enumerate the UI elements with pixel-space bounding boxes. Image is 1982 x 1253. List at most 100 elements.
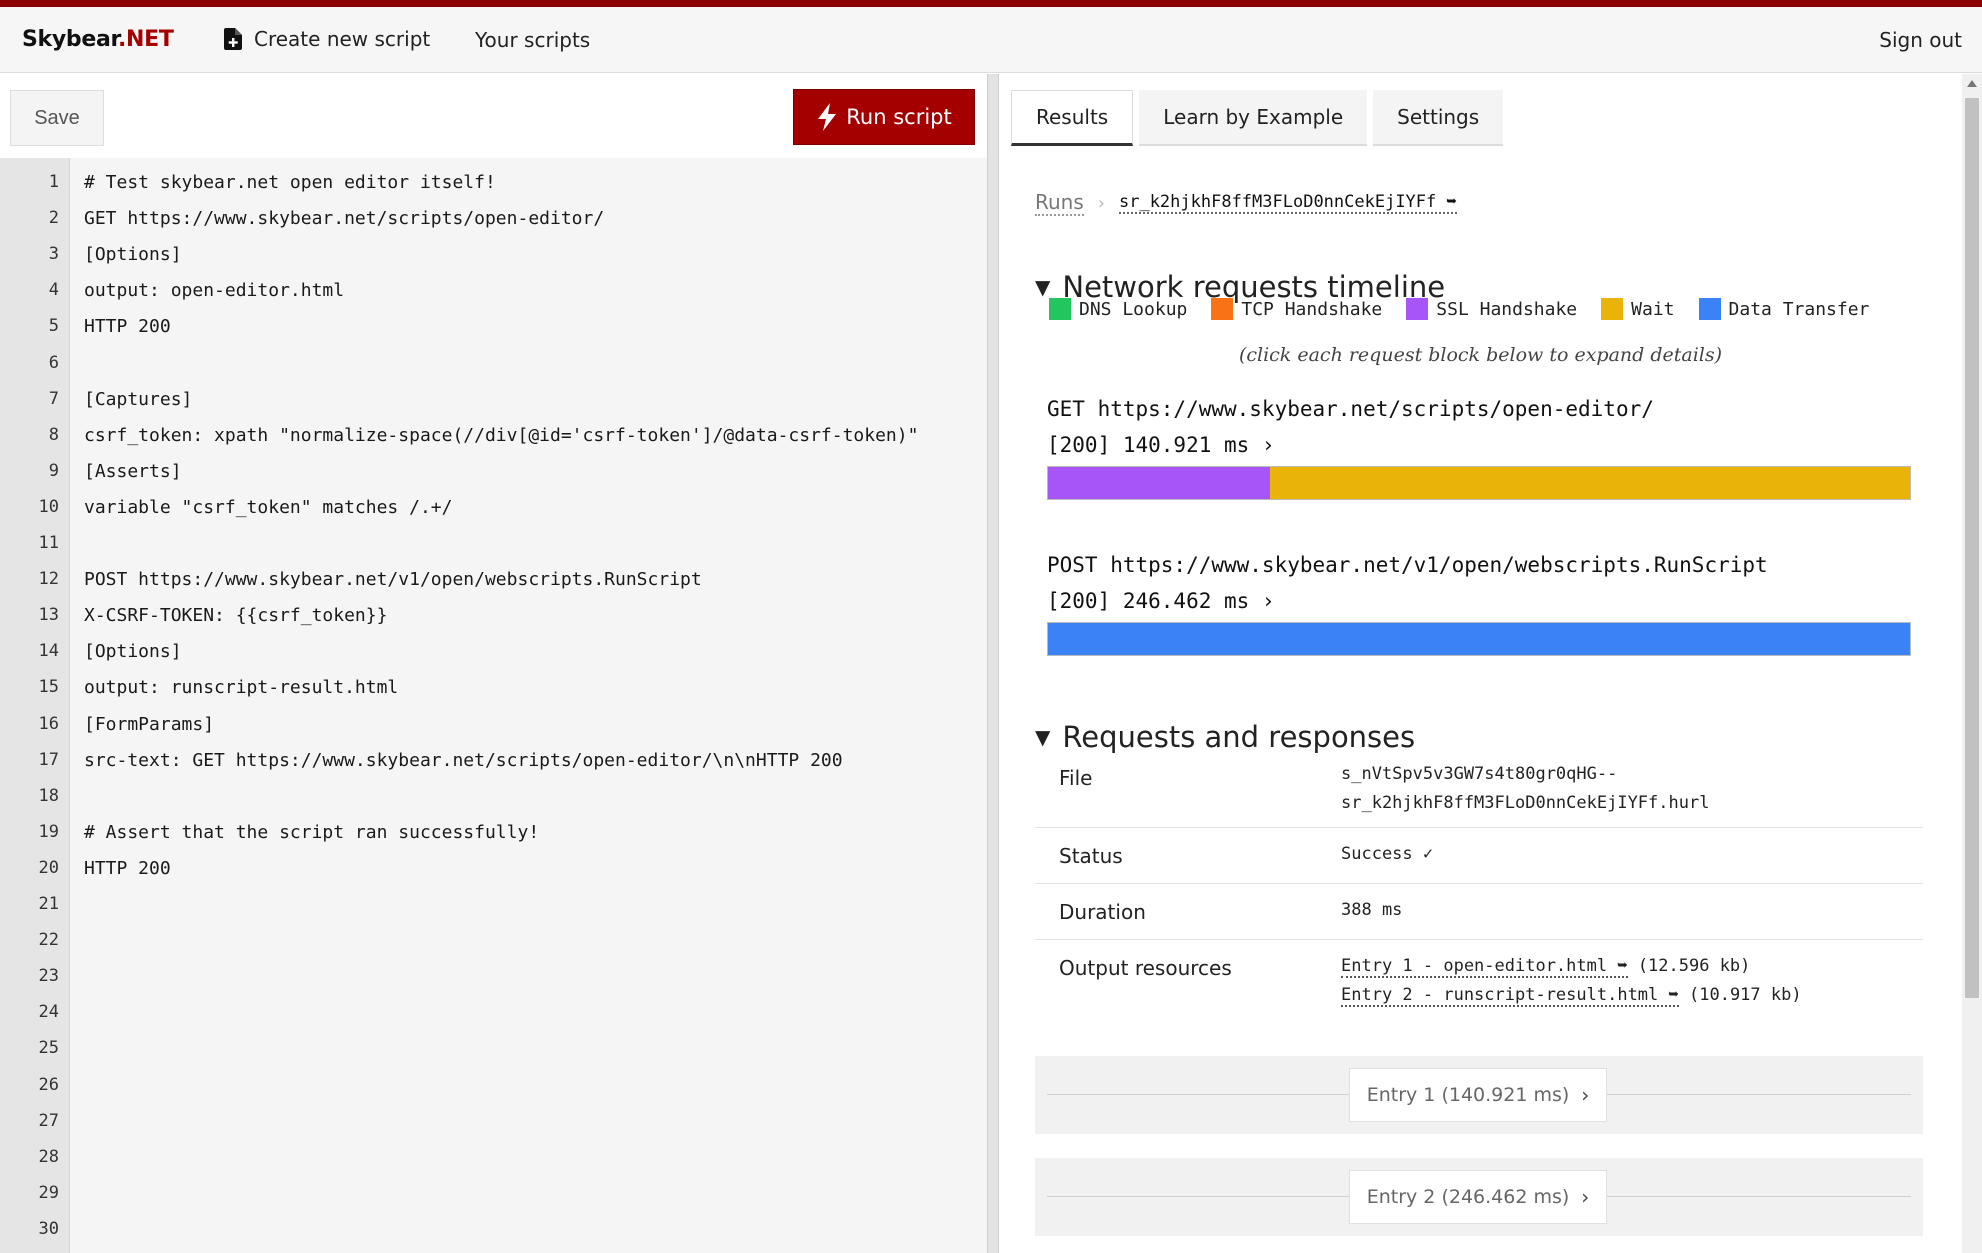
timeline-segment-ssl-handshake[interactable] xyxy=(1048,467,1270,499)
page-scrollbar[interactable] xyxy=(1962,74,1982,1253)
code-line[interactable]: csrf_token: xpath "normalize-space(//div… xyxy=(84,425,918,446)
run-summary-table: File s_nVtSpv5v3GW7s4t80gr0qHG-- sr_k2hj… xyxy=(1035,742,1923,1030)
breadcrumb-runs-link[interactable]: Runs xyxy=(1035,190,1084,216)
tab-learn-by-example[interactable]: Learn by Example xyxy=(1139,90,1368,146)
legend-label: DNS Lookup xyxy=(1079,298,1188,320)
entry-1-panel: Entry 1 (140.921 ms) › xyxy=(1035,1056,1923,1134)
duration-label: Duration xyxy=(1059,900,1146,924)
line-number: 7 xyxy=(48,388,59,409)
scroll-up-arrow-icon[interactable] xyxy=(1967,80,1977,87)
line-number: 20 xyxy=(38,857,59,878)
breadcrumb: Runs › sr_k2hjkhF8ffM3FLoD0nnCekEjIYFf ➥ xyxy=(1035,190,1457,216)
code-line[interactable]: [Options] xyxy=(84,244,182,265)
new-file-icon xyxy=(224,28,242,50)
line-number: 12 xyxy=(38,569,59,590)
legend-label: SSL Handshake xyxy=(1436,298,1578,320)
entry-2-expand-button[interactable]: Entry 2 (246.462 ms) › xyxy=(1349,1170,1607,1224)
code-line[interactable]: src-text: GET https://www.skybear.net/sc… xyxy=(84,750,843,771)
code-line[interactable]: [Captures] xyxy=(84,389,192,410)
legend-swatch-ssl xyxy=(1406,298,1429,320)
output-entry-2-link[interactable]: Entry 2 - runscript-result.html ➥ xyxy=(1341,985,1679,1007)
entry-2-panel: Entry 2 (246.462 ms) › xyxy=(1035,1158,1923,1236)
line-number: 24 xyxy=(38,1002,59,1023)
timeline-segment-wait[interactable] xyxy=(1269,467,1910,499)
entry-2-label: Entry 2 (246.462 ms) xyxy=(1366,1186,1570,1208)
line-number: 23 xyxy=(38,966,59,987)
output-resources-label: Output resources xyxy=(1059,956,1232,980)
code-line[interactable]: HTTP 200 xyxy=(84,316,171,337)
legend-item: DNS Lookup xyxy=(1049,298,1187,320)
line-number: 2 xyxy=(48,208,59,229)
file-value-line-1: s_nVtSpv5v3GW7s4t80gr0qHG-- xyxy=(1341,764,1618,784)
line-number: 19 xyxy=(38,821,59,842)
legend-swatch-data-transfer xyxy=(1698,298,1721,320)
summary-row-file: File s_nVtSpv5v3GW7s4t80gr0qHG-- sr_k2hj… xyxy=(1035,742,1923,828)
legend-item: Data Transfer xyxy=(1698,298,1870,320)
timeline-hint: (click each request block below to expan… xyxy=(1238,344,1723,366)
line-number: 16 xyxy=(38,713,59,734)
code-line[interactable]: [Asserts] xyxy=(84,461,182,482)
line-number: 13 xyxy=(38,605,59,626)
results-tabs: Results Learn by Example Settings xyxy=(1011,90,1509,146)
line-number: 18 xyxy=(38,785,59,806)
lightning-icon xyxy=(818,103,837,131)
line-number: 3 xyxy=(48,244,59,265)
line-number: 21 xyxy=(38,894,59,914)
line-number: 5 xyxy=(48,316,59,337)
file-label: File xyxy=(1059,766,1093,790)
code-line[interactable]: [Options] xyxy=(84,641,182,662)
line-number: 11 xyxy=(38,533,59,553)
code-line[interactable]: # Test skybear.net open editor itself! xyxy=(84,172,496,193)
editor-pane: Save Run script 1 2 3 4 5 6 7 8 9 10 11 12 13 14 15 16 1… xyxy=(0,74,987,1253)
request-2-url[interactable]: POST https://www.skybear.net/v1/open/web… xyxy=(1047,553,1768,577)
save-button[interactable]: Save xyxy=(10,90,104,146)
code-line[interactable]: POST https://www.skybear.net/v1/open/web… xyxy=(84,569,702,590)
legend-label: Data Transfer xyxy=(1728,298,1870,320)
line-number: 4 xyxy=(48,280,59,301)
summary-row-output-resources: Output resources Entry 1 - open-editor.h… xyxy=(1035,940,1923,1030)
code-line[interactable]: output: runscript-result.html xyxy=(84,677,398,698)
legend-swatch-tcp xyxy=(1211,298,1234,320)
timeline-legend: DNS Lookup TCP Handshake SSL Handshake W… xyxy=(1049,298,1893,320)
code-line[interactable]: output: open-editor.html xyxy=(84,280,344,301)
duration-value: 388 ms xyxy=(1341,900,1403,920)
line-number: 10 xyxy=(38,496,59,517)
line-number: 9 xyxy=(48,460,59,481)
code-editor[interactable]: 1 2 3 4 5 6 7 8 9 10 11 12 13 14 15 16 17 18 19 20 21 22 23 24 2… xyxy=(0,158,987,1253)
tab-settings[interactable]: Settings xyxy=(1373,90,1504,146)
code-line[interactable]: # Assert that the script ran successfull… xyxy=(84,822,539,843)
request-1-timeline-bar[interactable] xyxy=(1047,466,1911,500)
entry-1-expand-button[interactable]: Entry 1 (140.921 ms) › xyxy=(1349,1068,1607,1122)
line-number: 25 xyxy=(38,1038,59,1059)
line-number: 22 xyxy=(38,930,59,951)
create-new-script-label: Create new script xyxy=(254,27,431,51)
your-scripts-link[interactable]: Your scripts xyxy=(475,28,590,52)
code-line[interactable]: X-CSRF-TOKEN: {{csrf_token}} xyxy=(84,605,387,626)
create-new-script-link[interactable]: Create new script xyxy=(224,27,430,51)
brand-logo[interactable]: Skybear.NET xyxy=(22,27,174,52)
request-1-url[interactable]: GET https://www.skybear.net/scripts/open… xyxy=(1047,397,1654,421)
pane-splitter[interactable] xyxy=(987,74,999,1253)
output-entry-1-link[interactable]: Entry 1 - open-editor.html ➥ xyxy=(1341,956,1628,978)
file-value-line-2: sr_k2hjkhF8ffM3FLoD0nnCekEjIYFf.hurl xyxy=(1341,793,1710,813)
code-line[interactable]: [FormParams] xyxy=(84,714,214,735)
scrollbar-thumb[interactable] xyxy=(1965,98,1979,998)
line-number: 14 xyxy=(38,641,59,662)
legend-swatch-wait xyxy=(1601,298,1624,320)
collapse-triangle-icon: ▼ xyxy=(1035,275,1051,299)
run-script-button[interactable]: Run script xyxy=(793,89,975,145)
breadcrumb-run-id-link[interactable]: sr_k2hjkhF8ffM3FLoD0nnCekEjIYFf ➥ xyxy=(1118,192,1457,214)
code-line[interactable]: HTTP 200 xyxy=(84,858,171,879)
request-1-status-time[interactable]: [200] 140.921 ms › xyxy=(1047,433,1275,457)
summary-row-status: Status Success ✓ xyxy=(1035,828,1923,884)
code-line[interactable]: variable "csrf_token" matches /.+/ xyxy=(84,497,452,518)
line-number: 27 xyxy=(38,1110,59,1131)
code-line[interactable]: GET https://www.skybear.net/scripts/open… xyxy=(84,208,604,229)
request-2-status-time[interactable]: [200] 246.462 ms › xyxy=(1047,589,1275,613)
request-2-timeline-bar[interactable] xyxy=(1047,622,1911,656)
legend-item: TCP Handshake xyxy=(1211,298,1382,320)
timeline-segment-data-transfer[interactable] xyxy=(1048,623,1910,655)
line-number: 6 xyxy=(48,352,59,373)
sign-out-link[interactable]: Sign out xyxy=(1879,28,1962,52)
tab-results[interactable]: Results xyxy=(1011,90,1134,146)
